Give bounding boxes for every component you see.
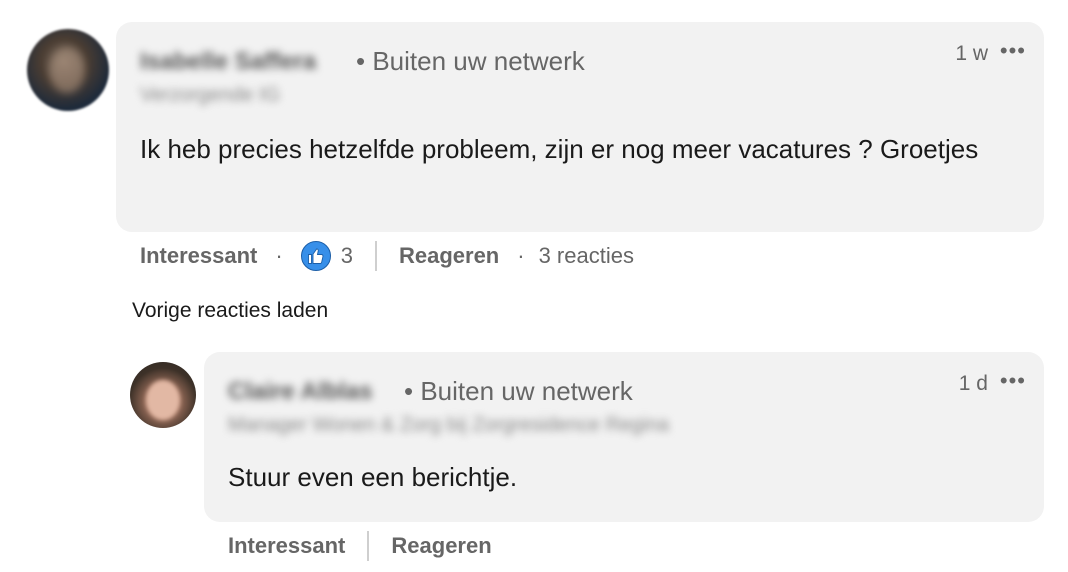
comment-text: Stuur even een berichtje. [228, 462, 518, 492]
comment-time: 1 d [958, 372, 988, 395]
load-previous-comments-link[interactable]: Vorige reacties laden [132, 299, 328, 323]
like-button[interactable]: Interessant [140, 243, 257, 269]
thumbs-up-icon[interactable] [300, 241, 331, 271]
comment-actions: Interessant · 3 Reageren · 3 reacties [140, 240, 634, 272]
author-name[interactable]: Isabelle Saffera [140, 48, 316, 76]
comment-bubble: Claire Alblas • Buiten uw netwerk Manage… [204, 352, 1044, 522]
separator-dot: · [275, 243, 283, 268]
author-subtitle: Verzorgende IG [140, 84, 281, 106]
divider [374, 241, 377, 271]
author-name[interactable]: Claire Alblas [228, 378, 373, 406]
network-status: • Buiten uw netwerk [356, 46, 585, 76]
comment-bubble: Isabelle Saffera • Buiten uw netwerk Ver… [116, 22, 1044, 232]
divider [367, 531, 370, 561]
reply-button[interactable]: Reageren [399, 243, 499, 269]
replies-count[interactable]: 3 reacties [539, 243, 634, 269]
comment-text: Ik heb precies hetzelfde probleem, zijn … [140, 134, 979, 164]
reply-button[interactable]: Reageren [391, 533, 491, 559]
avatar[interactable] [130, 362, 196, 428]
more-options-icon[interactable]: ••• [1000, 38, 1026, 64]
network-status: • Buiten uw netwerk [404, 376, 633, 406]
reaction-count[interactable]: 3 [341, 243, 353, 269]
comment-actions: Interessant Reageren [228, 530, 492, 562]
more-options-icon[interactable]: ••• [1000, 368, 1026, 394]
comment-time: 1 w [955, 42, 988, 65]
separator-dot: · [517, 243, 525, 268]
avatar[interactable] [27, 29, 109, 111]
author-subtitle: Manager Wonen & Zorg bij Zorgresidence R… [228, 414, 669, 436]
like-button[interactable]: Interessant [228, 533, 345, 559]
